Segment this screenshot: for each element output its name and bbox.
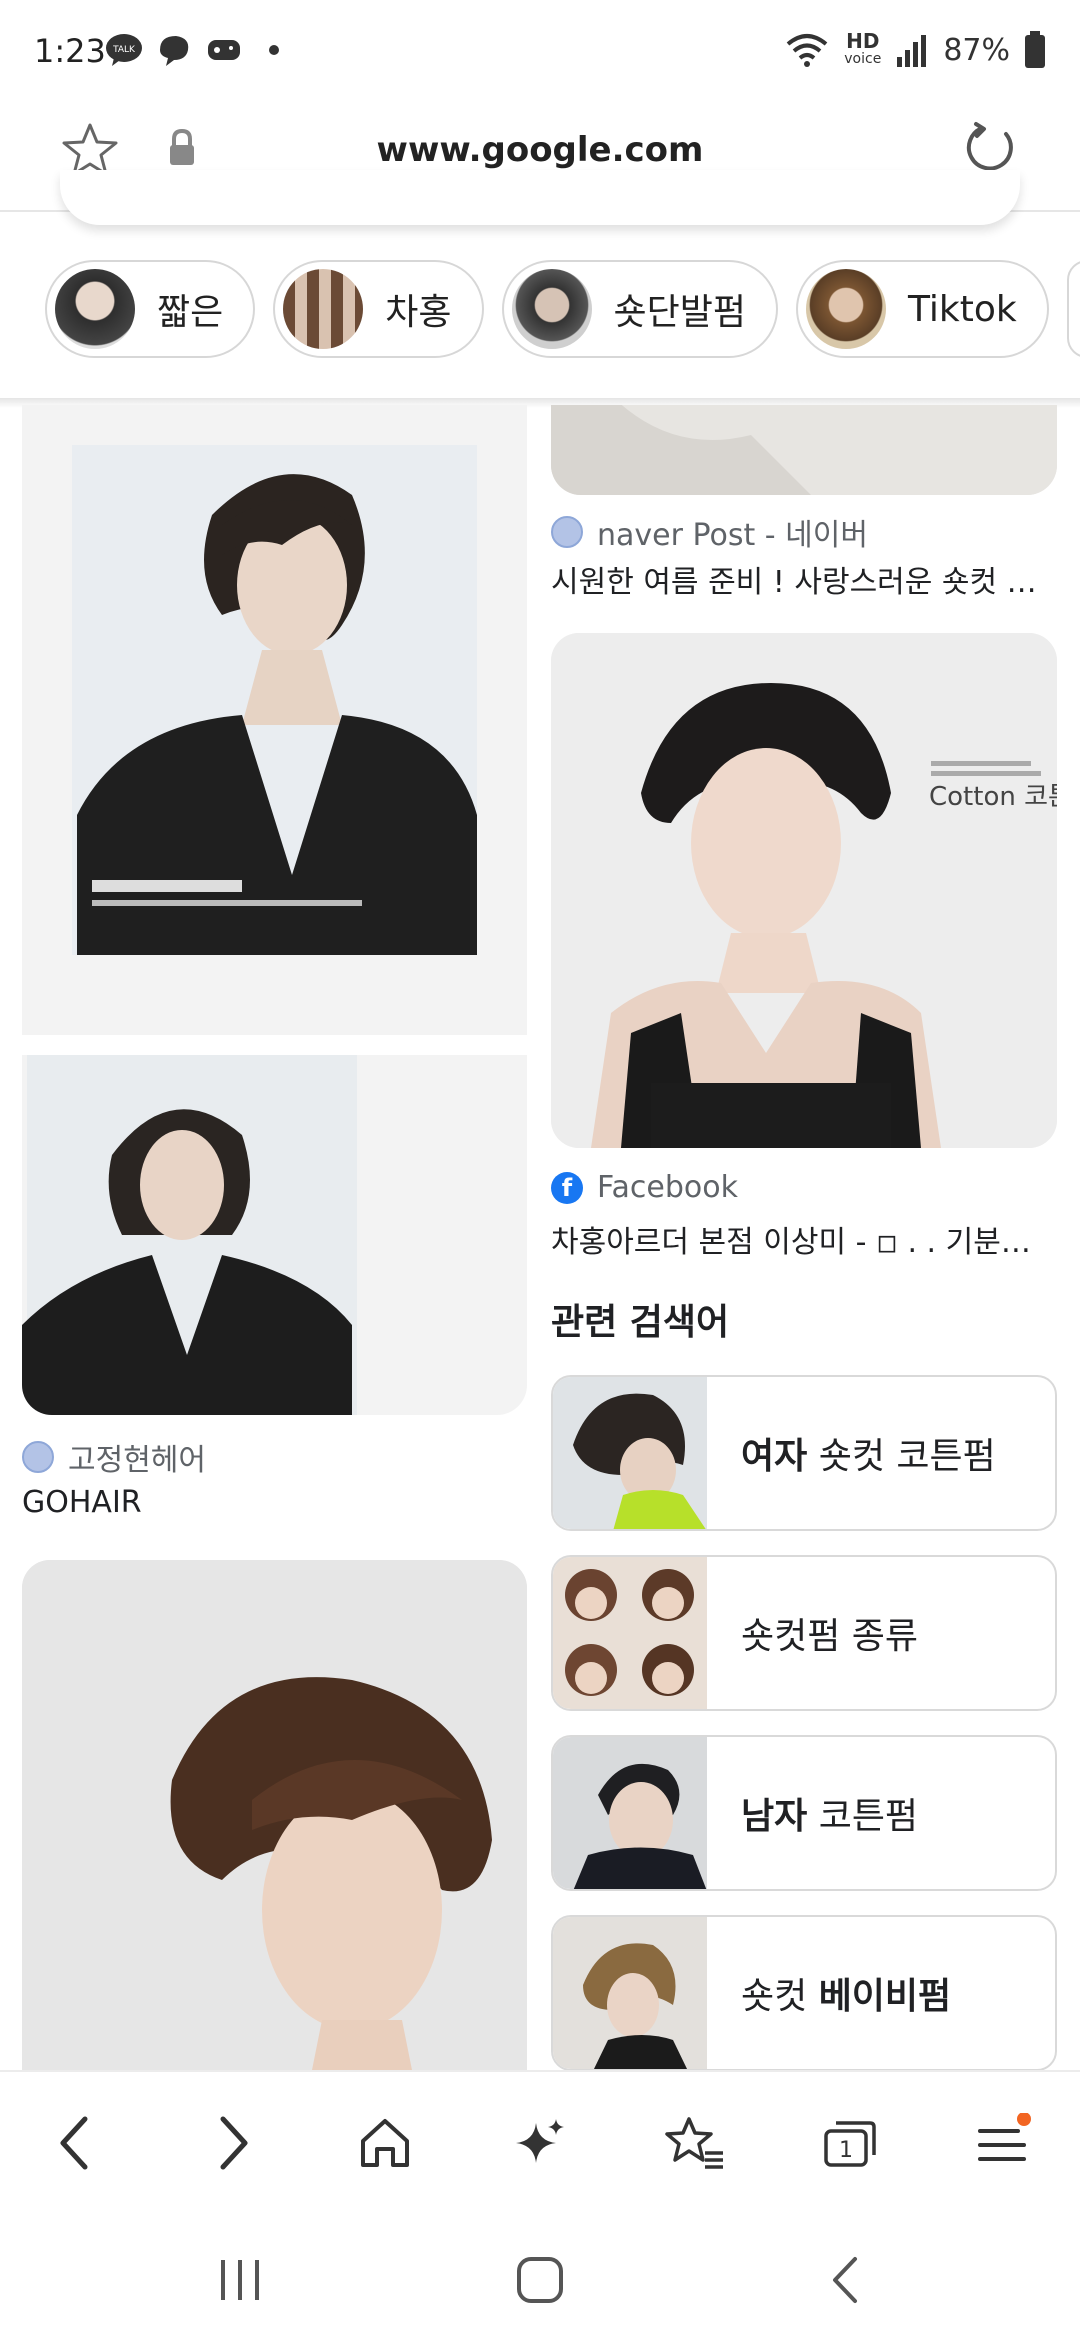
related-thumbnail	[553, 1557, 707, 1709]
menu-icon	[978, 2113, 1031, 2161]
result-image-graphic	[22, 445, 527, 1415]
battery-percent: 87%	[943, 32, 1010, 68]
home-system-button[interactable]	[510, 2255, 570, 2305]
system-back-button[interactable]	[815, 2255, 875, 2305]
wifi-icon	[786, 34, 828, 67]
result-image-brown-hair[interactable]	[22, 1560, 527, 2070]
game-icon	[208, 40, 240, 60]
related-thumbnail	[553, 1377, 707, 1529]
result-caption-gohair[interactable]: GOHAIR	[22, 1485, 522, 1520]
source-name: Facebook	[597, 1170, 738, 1205]
recents-button[interactable]	[210, 2255, 270, 2305]
related-search-item[interactable]: 여자 숏컷 코튼펌	[551, 1375, 1057, 1531]
signal-icon	[897, 35, 927, 67]
related-search-item[interactable]: 숏컷 베이비펌	[551, 1915, 1057, 2070]
image-results: 고정현헤어 GOHAIR naver Post - 네이버 시원한 여름 준비 …	[0, 405, 1080, 2070]
battery-icon	[1025, 31, 1045, 68]
search-box-edge	[60, 170, 1020, 225]
source-name: 고정현헤어	[68, 1443, 206, 1478]
tabs-icon: 1	[824, 2121, 876, 2167]
related-thumbnail	[553, 1737, 707, 1889]
chip-label: Tiktok	[907, 288, 1017, 330]
related-searches-title: 관련 검색어	[551, 1302, 730, 1343]
result-image-naver[interactable]	[551, 405, 1057, 495]
chip-thumbnail	[55, 269, 135, 349]
chip-1[interactable]: 짧은	[45, 260, 256, 358]
hd-voice-indicator: HD voice	[844, 29, 882, 67]
home-icon	[361, 2119, 409, 2167]
browser-toolbar: 1	[0, 2070, 1080, 2212]
chip-4[interactable]: Tiktok	[795, 260, 1049, 358]
tabs-button[interactable]: 1	[815, 2108, 885, 2178]
related-chips-row: 짧은 차홍 숏단발펌 Tiktok	[0, 260, 1080, 400]
forward-button[interactable]	[198, 2108, 268, 2178]
related-search-item[interactable]: 숏컷펌 종류	[551, 1555, 1057, 1711]
related-search-item[interactable]: 남자 코튼펌	[551, 1735, 1057, 1891]
svg-text:TALK: TALK	[112, 45, 136, 55]
globe-icon	[551, 516, 583, 548]
related-label: 숏컷 베이비펌	[741, 1976, 952, 2017]
result-source-naver[interactable]: naver Post - 네이버	[551, 510, 868, 554]
result-image-graphic: Cotton 코튼펌	[551, 633, 1057, 1148]
chip-label: 차홍	[385, 292, 452, 333]
related-label: 숏컷펌 종류	[741, 1616, 919, 1657]
tabs-count: 1	[839, 2138, 853, 2163]
reload-icon	[966, 122, 1013, 171]
result-image-graphic	[22, 1560, 527, 2070]
recents-icon	[221, 2260, 259, 2300]
home-button[interactable]	[350, 2108, 420, 2178]
status-time: 1:23	[34, 32, 106, 70]
notification-dot-icon	[1017, 2113, 1031, 2126]
related-thumbnail	[553, 1917, 707, 2069]
facebook-icon: f	[551, 1171, 583, 1204]
status-right: HD voice 87%	[784, 30, 1046, 70]
back-icon	[60, 2116, 88, 2170]
result-source-facebook[interactable]: f Facebook	[551, 1170, 738, 1205]
chip-thumbnail	[283, 269, 364, 349]
related-label: 남자 코튼펌	[741, 1796, 919, 1837]
chip-3[interactable]: 숏단발펌	[501, 260, 778, 358]
chevron-left-icon	[833, 2257, 857, 2303]
assistant-button[interactable]	[505, 2108, 575, 2178]
chip-thumbnail	[511, 269, 592, 349]
url-text[interactable]: www.google.com	[0, 130, 1080, 170]
notification-icons: TALK	[104, 30, 294, 70]
chip-label: 숏단발펌	[613, 292, 746, 333]
bookmarks-icon	[665, 2117, 723, 2169]
forward-icon	[220, 2116, 248, 2170]
menu-button[interactable]	[967, 2108, 1037, 2178]
result-caption-facebook[interactable]: 차홍아르더 본점 이상미 - ◽ . . 기분전...	[551, 1217, 1057, 1261]
result-image-cotton[interactable]: Cotton 코튼펌	[551, 633, 1057, 1148]
chip-label: 짧은	[157, 292, 224, 333]
system-navigation-bar	[0, 2210, 1080, 2340]
cotton-image-text: Cotton 코튼펌	[929, 782, 1057, 812]
globe-icon	[22, 1441, 54, 1473]
reload-button[interactable]	[960, 118, 1020, 178]
chat-bubble-icon	[160, 36, 189, 66]
dot-icon	[269, 45, 279, 55]
back-button[interactable]	[40, 2108, 110, 2178]
related-label: 여자 숏컷 코튼펌	[741, 1436, 996, 1477]
result-image-gohair[interactable]	[22, 405, 527, 1415]
chip-thumbnail	[805, 269, 886, 349]
home-square-icon	[517, 2257, 563, 2303]
result-caption-naver[interactable]: 시원한 여름 준비 ! 사랑스러운 숏컷 디...	[551, 557, 1057, 601]
source-name: naver Post - 네이버	[597, 518, 868, 553]
chip-2[interactable]: 차홍	[273, 260, 484, 358]
talk-icon: TALK	[106, 34, 142, 66]
result-image-graphic	[551, 405, 1057, 495]
bookmarks-button[interactable]	[660, 2108, 730, 2178]
status-bar: 1:23 TALK HD voice 87%	[0, 0, 1080, 100]
result-source-gohair[interactable]: 고정현헤어	[22, 1435, 206, 1479]
sparkle-icon	[516, 2119, 564, 2163]
chip-5-partial[interactable]	[1066, 260, 1080, 358]
